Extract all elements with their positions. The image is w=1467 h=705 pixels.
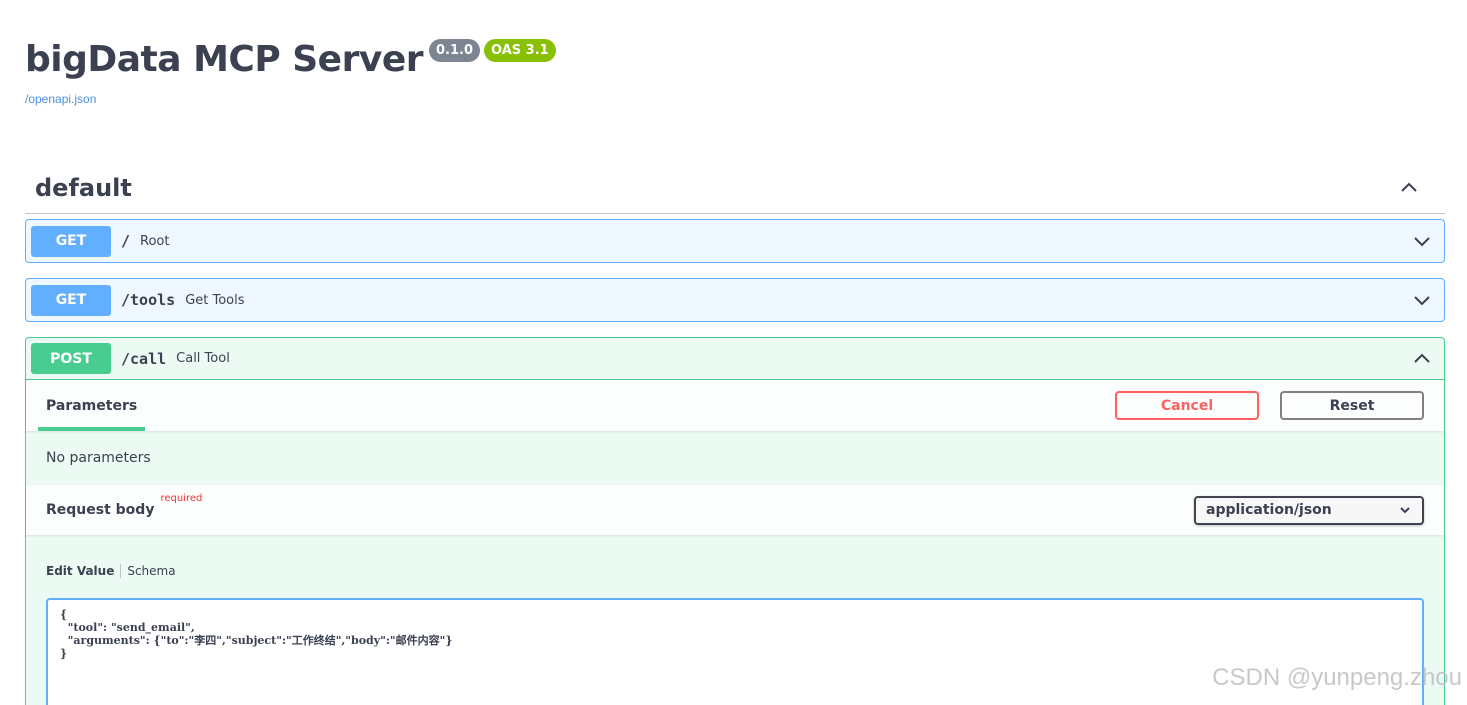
operation-get-tools: GET /tools Get Tools: [25, 278, 1445, 322]
operation-summary-text: Get Tools: [185, 292, 245, 308]
tab-parameters[interactable]: Parameters: [38, 380, 146, 431]
operation-path: /call: [121, 349, 167, 368]
operation-summary[interactable]: GET / Root: [26, 220, 1444, 262]
operation-summary[interactable]: GET /tools Get Tools: [26, 279, 1444, 321]
tab-edit-value[interactable]: Edit Value: [46, 564, 122, 578]
required-marker: required: [160, 493, 203, 504]
chevron-down-icon[interactable]: [1412, 290, 1432, 310]
watermark: CSDN @yunpeng.zhou: [1212, 664, 1462, 691]
tag-title: default: [35, 174, 132, 202]
chevron-down-icon[interactable]: [1412, 231, 1432, 251]
request-body-title: Request body: [46, 502, 155, 518]
api-info: bigData MCP Server 0.1.0 OAS 3.1: [25, 36, 556, 84]
content-type-value: application/json: [1206, 502, 1332, 518]
parameters-header: Parameters Cancel Reset: [26, 380, 1444, 431]
tag-section-default[interactable]: default: [25, 163, 1445, 214]
cancel-button[interactable]: Cancel: [1115, 391, 1259, 420]
tab-schema[interactable]: Schema: [121, 564, 175, 578]
operation-get-root: GET / Root: [25, 219, 1445, 263]
method-badge: GET: [31, 225, 111, 257]
request-body-label: Request body required: [46, 493, 202, 518]
method-badge: GET: [31, 284, 111, 316]
operation-summary-text: Root: [140, 233, 170, 249]
version-badge: 0.1.0: [429, 39, 481, 62]
content-type-select[interactable]: application/json: [1194, 495, 1424, 525]
operation-summary-text: Call Tool: [176, 351, 230, 366]
body-tabs: Edit Value Schema: [46, 564, 176, 578]
operation-summary[interactable]: POST /call Call Tool: [26, 338, 1444, 380]
request-body-header: Request body required application/json: [26, 485, 1444, 535]
no-parameters-text: No parameters: [46, 450, 151, 466]
method-badge: POST: [31, 343, 111, 374]
reset-button[interactable]: Reset: [1280, 391, 1424, 420]
operation-path: /: [121, 232, 131, 250]
api-title: bigData MCP Server: [25, 39, 424, 80]
chevron-up-icon[interactable]: [1399, 178, 1419, 198]
chevron-up-icon[interactable]: [1412, 349, 1432, 369]
chevron-down-icon: [1400, 507, 1410, 514]
oas-badge: OAS 3.1: [484, 39, 556, 62]
operation-path: /tools: [121, 291, 176, 309]
title-row: bigData MCP Server 0.1.0 OAS 3.1: [25, 36, 556, 84]
operation-post-call: POST /call Call Tool Parameters Cancel R…: [25, 337, 1445, 705]
openapi-json-link[interactable]: /openapi.json: [25, 92, 96, 106]
try-out-buttons: Cancel Reset: [1115, 391, 1424, 420]
